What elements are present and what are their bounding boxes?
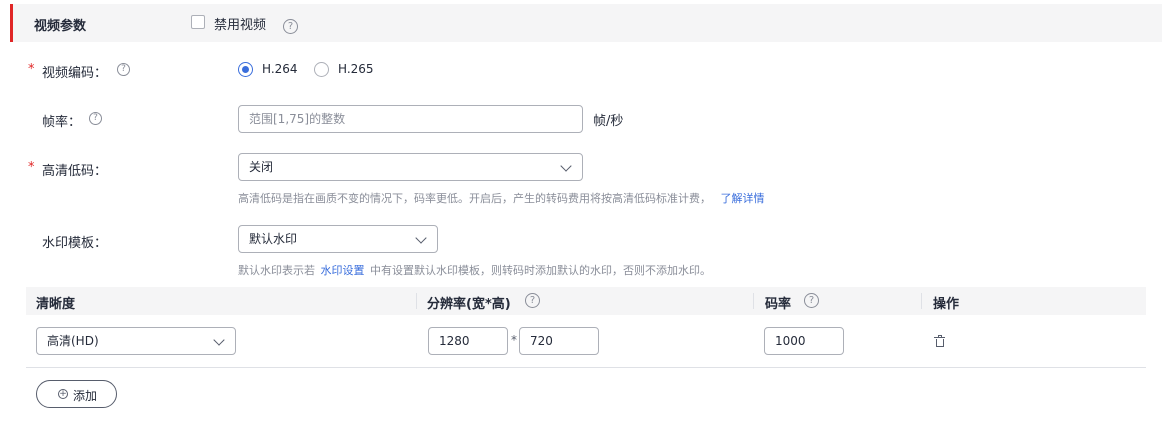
codec-help-icon[interactable]: ? [117, 63, 130, 76]
chevron-down-icon [415, 232, 427, 244]
help-icon[interactable]: ? [283, 19, 298, 34]
disable-video-checkbox[interactable] [191, 15, 205, 29]
watermark-label: 水印模板： [42, 236, 108, 251]
add-row-label: 添加 [73, 389, 98, 403]
codec-option-label-h265[interactable]: H.265 [338, 62, 374, 76]
watermark-select[interactable]: 默认水印 [238, 225, 438, 253]
hd-low-bitrate-select[interactable]: 关闭 [238, 153, 583, 181]
bitrate-input[interactable]: 1000 [764, 327, 844, 355]
watermark-hint-before: 默认水印表示若 [238, 264, 315, 277]
hd-low-bitrate-hint: 高清低码是指在画质不变的情况下，码率更低。开启后，产生的转码费用将按高清低码标准… [238, 190, 765, 206]
section-header: 视频参数 禁用视频 ? [10, 4, 1162, 42]
bitrate-help-icon[interactable]: ? [804, 293, 819, 308]
codec-label: 视频编码： [42, 66, 108, 81]
column-divider [921, 293, 922, 309]
section-title: 视频参数 [34, 19, 87, 34]
required-mark: * [28, 62, 35, 77]
hd-low-bitrate-value: 关闭 [249, 160, 274, 174]
codec-option-label-h264[interactable]: H.264 [262, 62, 298, 76]
column-divider [753, 293, 754, 309]
table-header: 清晰度 分辨率(宽*高) ? 码率 ? 操作 [26, 287, 1146, 315]
codec-radio-h264[interactable] [238, 62, 253, 77]
definition-value: 高清(HD) [47, 334, 99, 348]
frame-rate-input[interactable]: 范围[1,75]的整数 [238, 105, 583, 133]
row-divider [26, 367, 1146, 368]
column-header-bitrate: 码率 [765, 297, 792, 312]
column-header-actions: 操作 [933, 297, 960, 312]
resolution-width-input[interactable]: 1280 [428, 327, 508, 355]
chevron-down-icon [560, 160, 572, 172]
hd-low-bitrate-label: 高清低码： [42, 164, 108, 179]
resolution-help-icon[interactable]: ? [525, 293, 540, 308]
codec-radio-h265[interactable] [314, 62, 329, 77]
plus-circle-icon: + [58, 389, 68, 399]
trash-icon[interactable] [934, 335, 945, 347]
definition-table: 清晰度 分辨率(宽*高) ? 码率 ? 操作 高清(HD) 1280 * 720… [26, 287, 1146, 421]
watermark-hint: 默认水印表示若 水印设置 中有设置默认水印模板，则转码时添加默认的水印，否则不添… [238, 262, 711, 278]
resolution-height-input[interactable]: 720 [519, 327, 599, 355]
hd-low-bitrate-hint-text: 高清低码是指在画质不变的情况下，码率更低。开启后，产生的转码费用将按高清低码标准… [238, 192, 711, 205]
column-header-definition: 清晰度 [36, 297, 76, 312]
frame-rate-label: 帧率： [42, 115, 82, 130]
column-header-resolution: 分辨率(宽*高) [427, 297, 511, 312]
add-row-button[interactable]: + 添加 [36, 380, 117, 408]
watermark-settings-link[interactable]: 水印设置 [321, 264, 365, 277]
column-divider [416, 293, 417, 309]
definition-select[interactable]: 高清(HD) [36, 327, 236, 355]
disable-video-label[interactable]: 禁用视频 [214, 14, 266, 33]
frame-rate-help-icon[interactable]: ? [89, 112, 102, 125]
section-accent-bar [10, 4, 13, 42]
required-mark: * [28, 160, 35, 175]
frame-rate-unit: 帧/秒 [593, 114, 624, 129]
chevron-down-icon [213, 334, 225, 346]
learn-more-link[interactable]: 了解详情 [721, 192, 765, 205]
watermark-hint-after: 中有设置默认水印模板，则转码时添加默认的水印，否则不添加水印。 [370, 264, 711, 277]
resolution-separator: * [511, 333, 517, 347]
watermark-value: 默认水印 [249, 232, 298, 246]
